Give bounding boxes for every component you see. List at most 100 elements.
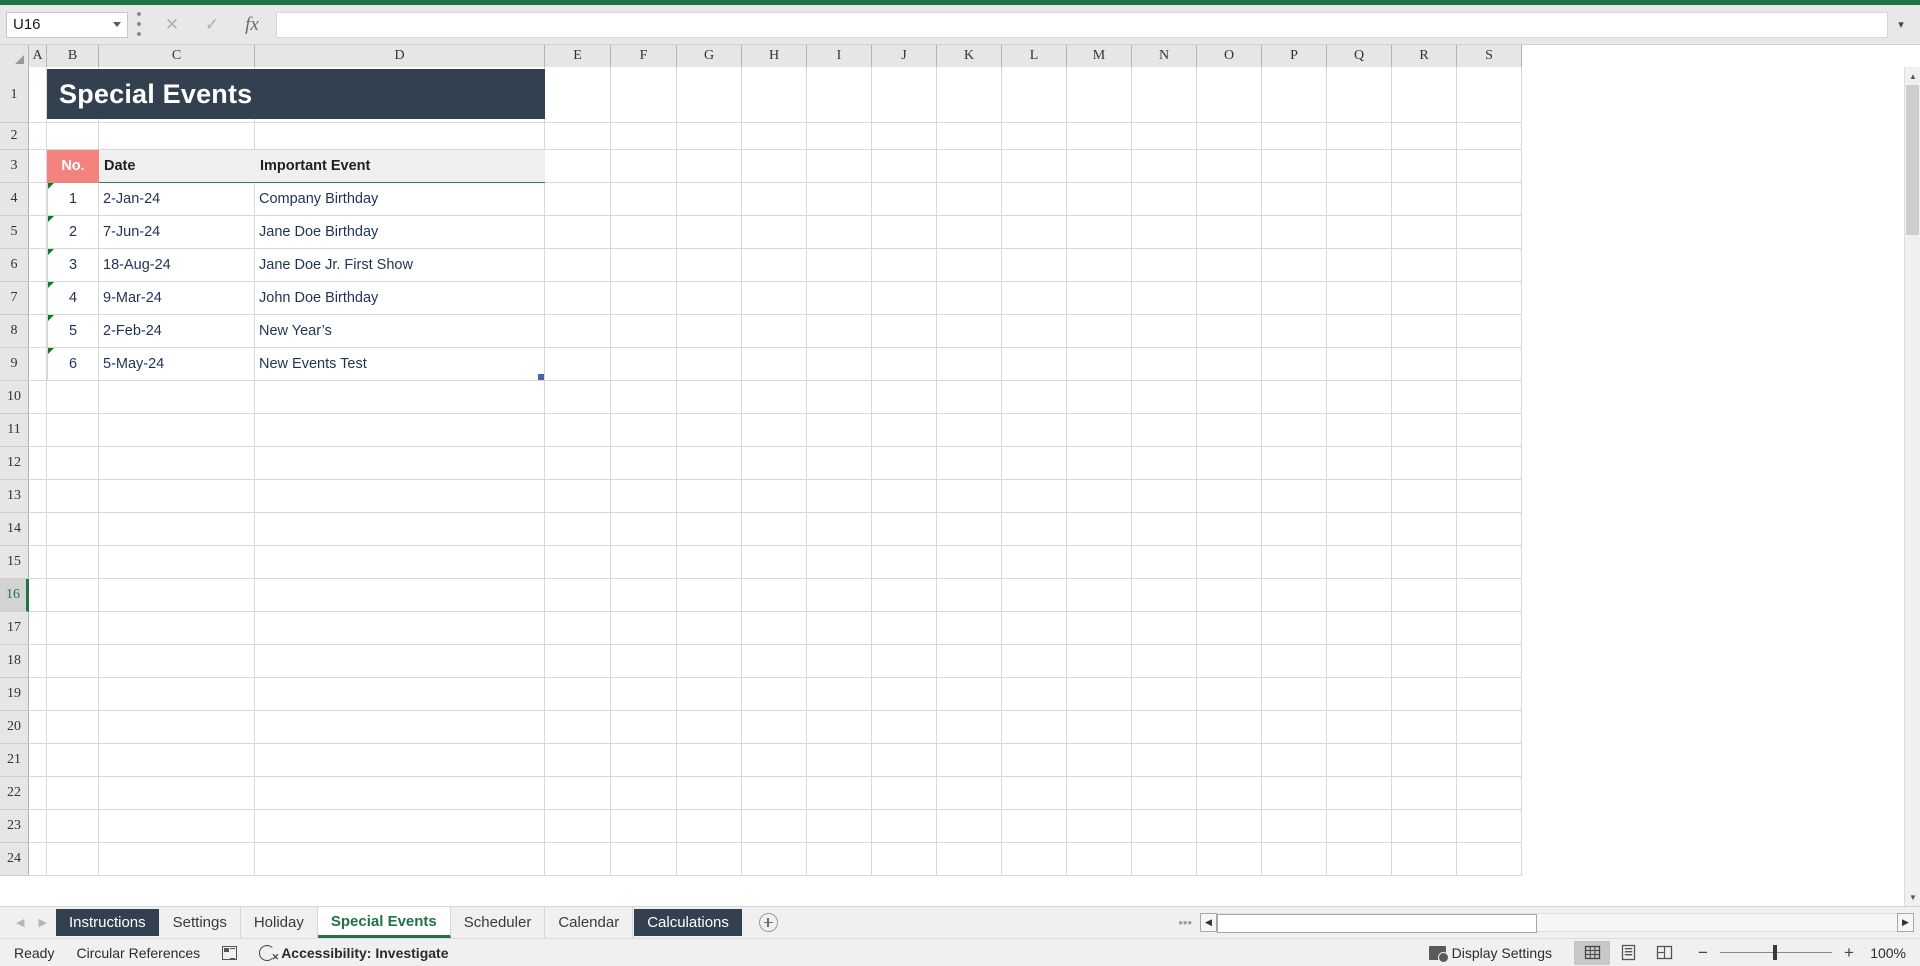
column-header-N[interactable]: N xyxy=(1132,45,1197,67)
scroll-left-icon[interactable]: ◀ xyxy=(1200,913,1217,932)
table-cell-no[interactable]: 6 xyxy=(47,348,99,381)
column-header-H[interactable]: H xyxy=(742,45,807,67)
vertical-scrollbar[interactable]: ▲ ▼ xyxy=(1904,67,1920,906)
row-header-13[interactable]: 13 xyxy=(0,480,29,513)
table-cell-date[interactable]: 9-Mar-24 xyxy=(99,282,255,315)
column-header-Q[interactable]: Q xyxy=(1327,45,1392,67)
add-sheet-button[interactable] xyxy=(743,907,794,938)
column-header-F[interactable]: F xyxy=(611,45,677,67)
scroll-down-icon[interactable]: ▼ xyxy=(1905,888,1920,906)
chevron-down-icon[interactable] xyxy=(113,22,121,27)
close-icon[interactable]: ✕ xyxy=(152,11,192,39)
table-cell-event[interactable]: Jane Doe Birthday xyxy=(255,216,545,249)
table-cell-date[interactable]: 5-May-24 xyxy=(99,348,255,381)
sheet-tab-calendar[interactable]: Calendar xyxy=(545,907,634,938)
fill-handle[interactable] xyxy=(538,374,544,380)
sheet-tab-holiday[interactable]: Holiday xyxy=(240,907,318,938)
row-header-24[interactable]: 24 xyxy=(0,843,29,876)
row-header-11[interactable]: 11 xyxy=(0,414,29,447)
row-header-18[interactable]: 18 xyxy=(0,645,29,678)
table-cell-event[interactable]: Jane Doe Jr. First Show xyxy=(255,249,545,282)
column-header-E[interactable]: E xyxy=(545,45,611,67)
row-header-8[interactable]: 8 xyxy=(0,315,29,348)
zoom-control[interactable]: − + xyxy=(1696,943,1856,963)
row-header-10[interactable]: 10 xyxy=(0,381,29,414)
column-header-A[interactable]: A xyxy=(29,45,47,67)
horizontal-scroll-thumb[interactable] xyxy=(1217,914,1537,933)
row-header-6[interactable]: 6 xyxy=(0,249,29,282)
table-cell-date[interactable]: 7-Jun-24 xyxy=(99,216,255,249)
macro-record-button[interactable] xyxy=(222,945,238,960)
row-header-5[interactable]: 5 xyxy=(0,216,29,249)
row-header-15[interactable]: 15 xyxy=(0,546,29,579)
formula-bar-expand-icon[interactable]: ▾ xyxy=(1888,12,1914,38)
vertical-scroll-thumb[interactable] xyxy=(1906,85,1919,235)
select-all-corner[interactable] xyxy=(0,45,29,67)
table-cell-event[interactable]: New Year’s xyxy=(255,315,545,348)
table-cell-date[interactable]: 2-Jan-24 xyxy=(99,183,255,216)
sheet-tab-instructions[interactable]: Instructions xyxy=(55,909,159,936)
zoom-slider-thumb[interactable] xyxy=(1773,945,1777,960)
table-cell-no[interactable]: 4 xyxy=(47,282,99,315)
column-header-L[interactable]: L xyxy=(1002,45,1067,67)
status-circular-references[interactable]: Circular References xyxy=(76,945,200,961)
table-cell-event[interactable]: New Events Test xyxy=(255,348,545,381)
sheet-tab-special-events[interactable]: Special Events xyxy=(317,907,451,938)
row-header-19[interactable]: 19 xyxy=(0,678,29,711)
column-header-R[interactable]: R xyxy=(1392,45,1457,67)
page-layout-icon[interactable] xyxy=(1610,941,1646,965)
column-header-D[interactable]: D xyxy=(255,45,545,67)
horizontal-split-grip[interactable]: • • • xyxy=(1170,907,1200,938)
minus-icon[interactable]: − xyxy=(1696,943,1710,963)
column-header-P[interactable]: P xyxy=(1262,45,1327,67)
row-header-7[interactable]: 7 xyxy=(0,282,29,315)
column-header-O[interactable]: O xyxy=(1197,45,1262,67)
table-cell-date[interactable]: 2-Feb-24 xyxy=(99,315,255,348)
sheet-tab-scheduler[interactable]: Scheduler xyxy=(450,907,546,938)
spreadsheet-grid[interactable]: ABCDEFGHIJKLMNOPQRS 1 2 3 4 5 6 7 8 9 10 11 12 13 14 1… xyxy=(0,45,1920,906)
fx-icon[interactable]: fx xyxy=(232,11,272,39)
column-header-M[interactable]: M xyxy=(1067,45,1132,67)
zoom-level-label[interactable]: 100% xyxy=(1868,945,1920,961)
triangle-right-icon[interactable]: ▶ xyxy=(38,916,46,929)
row-header-16[interactable]: 16 xyxy=(0,579,29,612)
horizontal-scrollbar[interactable]: ◀ ▶ xyxy=(1200,907,1920,938)
row-header-2[interactable]: 2 xyxy=(0,123,29,150)
table-cell-no[interactable]: 2 xyxy=(47,216,99,249)
column-header-B[interactable]: B xyxy=(47,45,99,67)
check-icon[interactable]: ✓ xyxy=(192,11,232,39)
row-header-3[interactable]: 3 xyxy=(0,150,29,183)
row-header-21[interactable]: 21 xyxy=(0,744,29,777)
formula-bar-grip[interactable]: • • • xyxy=(128,7,150,42)
row-header-22[interactable]: 22 xyxy=(0,777,29,810)
row-header-14[interactable]: 14 xyxy=(0,513,29,546)
zoom-slider-track[interactable] xyxy=(1720,945,1832,960)
table-cell-no[interactable]: 1 xyxy=(47,183,99,216)
scroll-right-icon[interactable]: ▶ xyxy=(1897,913,1914,932)
table-cell-event[interactable]: Company Birthday xyxy=(255,183,545,216)
name-box[interactable]: U16 xyxy=(6,11,128,38)
horizontal-scroll-track[interactable] xyxy=(1217,913,1897,933)
table-cell-event[interactable]: John Doe Birthday xyxy=(255,282,545,315)
row-header-4[interactable]: 4 xyxy=(0,183,29,216)
table-cell-no[interactable]: 5 xyxy=(47,315,99,348)
accessibility-status[interactable]: Accessibility: Investigate xyxy=(259,944,448,963)
page-break-icon[interactable] xyxy=(1646,941,1682,965)
column-header-C[interactable]: C xyxy=(99,45,255,67)
column-header-K[interactable]: K xyxy=(937,45,1002,67)
column-header-G[interactable]: G xyxy=(677,45,742,67)
column-header-J[interactable]: J xyxy=(872,45,937,67)
plus-icon[interactable]: + xyxy=(1842,943,1856,963)
display-settings-button[interactable]: Display Settings xyxy=(1428,945,1552,963)
scroll-up-icon[interactable]: ▲ xyxy=(1905,67,1920,85)
row-header-1[interactable]: 1 xyxy=(0,67,29,123)
formula-input[interactable] xyxy=(276,11,1888,38)
table-cell-date[interactable]: 18-Aug-24 xyxy=(99,249,255,282)
sheet-tab-calculations[interactable]: Calculations xyxy=(634,909,742,936)
triangle-left-icon[interactable]: ◀ xyxy=(16,916,24,929)
table-cell-no[interactable]: 3 xyxy=(47,249,99,282)
column-header-S[interactable]: S xyxy=(1457,45,1522,67)
column-header-I[interactable]: I xyxy=(807,45,872,67)
sheet-tab-settings[interactable]: Settings xyxy=(159,907,241,938)
row-header-9[interactable]: 9 xyxy=(0,348,29,381)
